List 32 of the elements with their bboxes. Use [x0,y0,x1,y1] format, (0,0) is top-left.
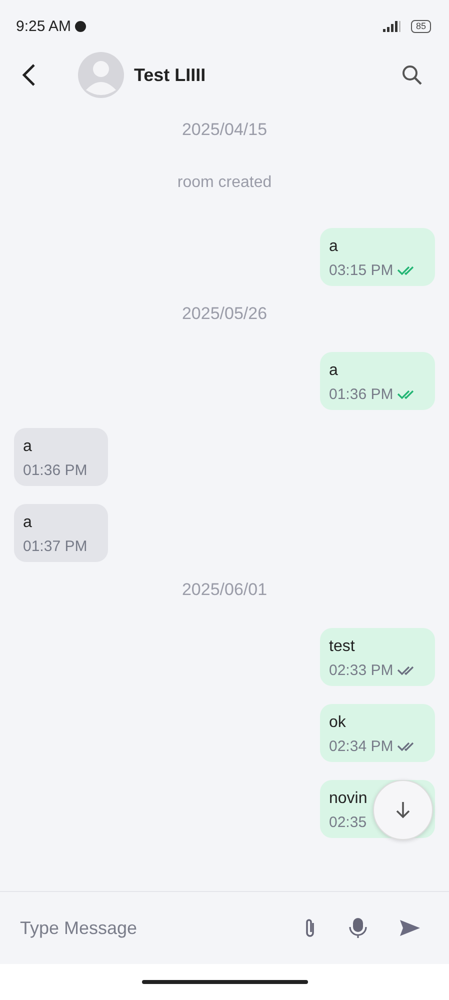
message-time: 03:15 PM [329,262,394,279]
date-divider: 2025/06/01 [182,580,268,600]
chat-title: Test LIIII [134,64,206,86]
notification-dot-icon [75,20,86,32]
message-time: 01:36 PM [329,386,394,403]
message-text: test [329,638,356,656]
paperclip-icon [303,917,317,939]
message-text: novin [329,790,368,808]
send-icon [399,919,421,937]
microphone-icon [349,917,367,939]
message-text: ok [329,714,347,732]
date-divider: 2025/05/26 [182,304,268,324]
microphone-button[interactable] [347,915,369,941]
back-icon [22,63,36,87]
message-text: a [329,362,339,380]
signal-icon [382,20,401,32]
message-time: 01:37 PM [23,538,88,555]
system-notice: room created [177,174,272,192]
message-time: 01:36 PM [23,462,88,479]
message-time: 02:34 PM [329,738,394,755]
message-text: a [23,438,33,456]
message-time: 02:35 [329,814,367,831]
down-arrow-icon [395,800,411,820]
message-text: a [23,514,33,532]
message-time: 02:33 PM [329,662,394,679]
avatar-icon [78,52,124,98]
message-input[interactable]: Type Message [18,916,273,940]
date-divider: 2025/04/15 [182,120,268,140]
search-icon [401,64,423,86]
status-time: 9:25 AM [16,18,72,34]
message-text: a [329,238,339,256]
battery-indicator: 85 [410,20,431,32]
